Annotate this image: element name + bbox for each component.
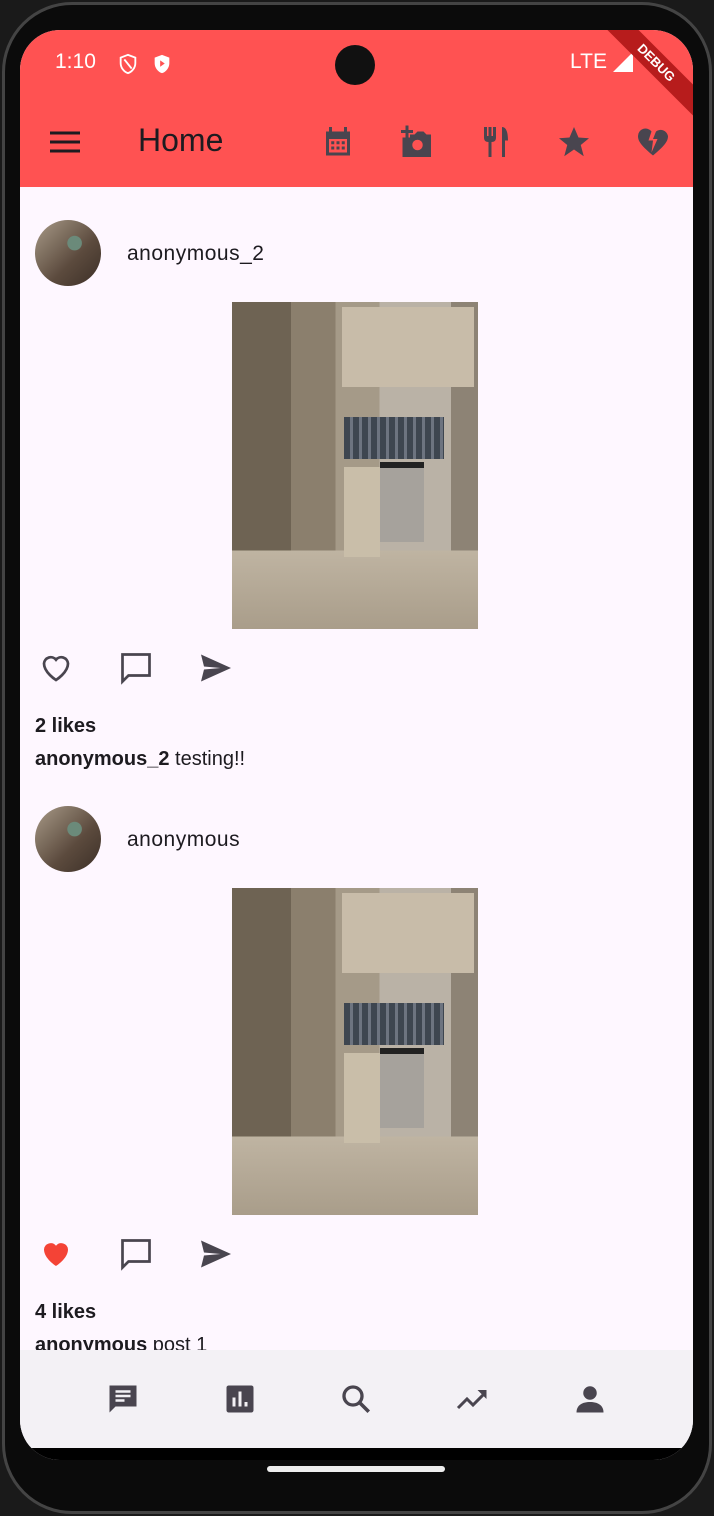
person-icon[interactable]	[572, 1381, 608, 1417]
trending-up-icon[interactable]	[455, 1381, 491, 1417]
bottom-navigation	[20, 1350, 693, 1448]
app-bar: 1:10 LTE DEBUG Home	[20, 30, 693, 187]
shield-icon	[119, 53, 137, 75]
star-icon[interactable]	[556, 124, 592, 160]
debug-banner: DEBUG	[595, 30, 693, 124]
home-indicator[interactable]	[267, 1466, 445, 1472]
play-shield-icon	[154, 54, 170, 74]
likes-count: 2 likes	[35, 715, 97, 737]
front-camera	[335, 45, 375, 85]
send-icon[interactable]	[198, 650, 234, 686]
post-image[interactable]	[232, 302, 478, 629]
calendar-icon[interactable]	[320, 124, 356, 160]
caption-username[interactable]: anonymous_2	[35, 748, 169, 770]
avatar[interactable]	[35, 806, 101, 872]
network-type: LTE	[570, 50, 607, 73]
caption-text: testing!!	[169, 748, 246, 770]
screen: 1:10 LTE DEBUG Home anonymous_2 2 likes …	[20, 30, 693, 1460]
post: anonymous 4 likes anonymous post 1	[20, 806, 693, 1392]
system-nav-bar	[20, 1448, 693, 1460]
signal-icon	[613, 52, 633, 72]
status-time: 1:10	[55, 50, 96, 73]
comment-icon[interactable]	[118, 650, 154, 686]
likes-count: 4 likes	[35, 1301, 97, 1323]
post-image[interactable]	[232, 888, 478, 1215]
post-caption: anonymous_2 testing!!	[35, 748, 245, 771]
post-username[interactable]: anonymous	[127, 828, 240, 852]
send-icon[interactable]	[198, 1236, 234, 1272]
menu-icon[interactable]	[48, 128, 82, 156]
page-title: Home	[138, 122, 224, 158]
post: anonymous_2 2 likes anonymous_2 testing!…	[20, 220, 693, 806]
search-icon[interactable]	[338, 1381, 374, 1417]
like-heart-outline-icon[interactable]	[38, 650, 74, 686]
heart-broken-icon[interactable]	[635, 124, 671, 160]
comment-icon[interactable]	[118, 1236, 154, 1272]
restaurant-icon[interactable]	[478, 124, 514, 160]
chat-icon[interactable]	[105, 1381, 141, 1417]
bar-chart-icon[interactable]	[222, 1381, 258, 1417]
like-heart-filled-icon[interactable]	[38, 1236, 74, 1272]
post-username[interactable]: anonymous_2	[127, 242, 264, 266]
avatar[interactable]	[35, 220, 101, 286]
add-a-photo-icon[interactable]	[398, 124, 434, 160]
